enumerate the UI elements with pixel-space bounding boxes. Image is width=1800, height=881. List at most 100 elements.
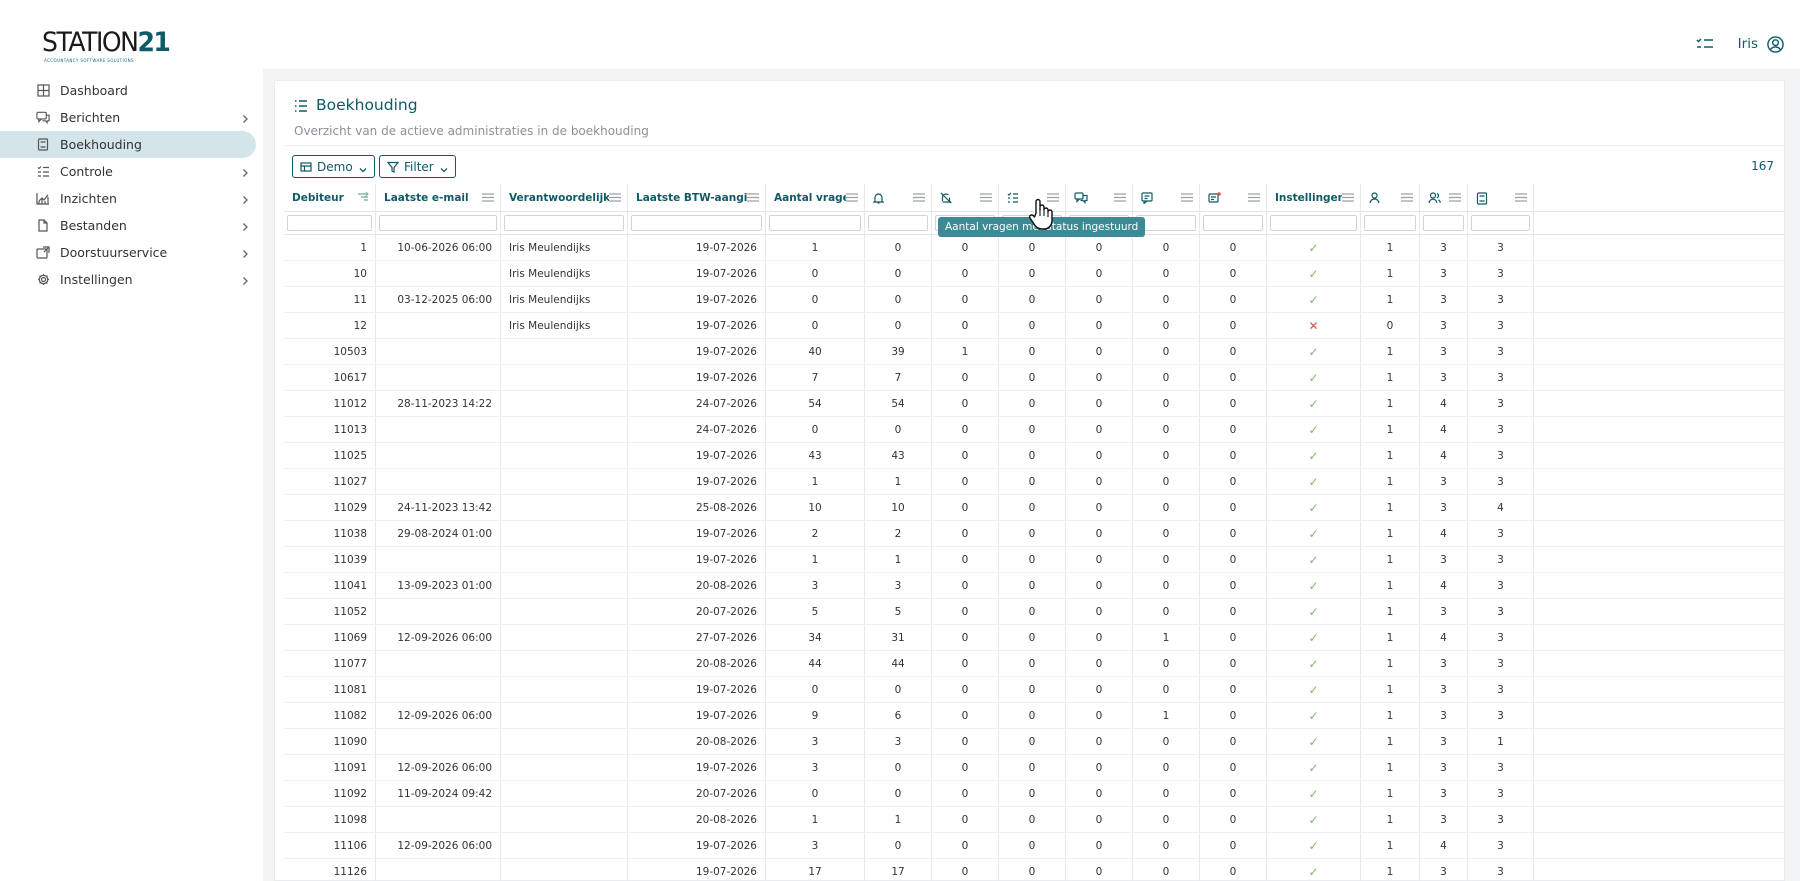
column-menu-icon[interactable] xyxy=(747,192,759,203)
cell-value: 0 xyxy=(894,319,902,332)
table-row[interactable]: 1 10-06-2026 06:00 Iris Meulendijks 19-07-2… xyxy=(284,235,1785,261)
column-header[interactable]: Laatste BTW-aangifte xyxy=(628,184,766,211)
column-filter-input[interactable] xyxy=(379,215,497,231)
table-row[interactable]: 11 03-12-2025 06:00 Iris Meulendijks 19-07-… xyxy=(284,287,1785,313)
table-row[interactable]: 11069 12-09-2026 06:00 27-07-2026 34 31 0 0 0 1 0… xyxy=(284,625,1785,651)
column-header[interactable]: Verantwoordelijke xyxy=(501,184,628,211)
cell-value: 0 xyxy=(1028,631,1036,644)
column-filter-input[interactable] xyxy=(1423,215,1464,231)
table-row[interactable]: 11052 20-07-2026 5 5 0 0 0 0 0 ✓ 1 3 3 xyxy=(284,599,1785,625)
sort-icon[interactable] xyxy=(357,191,369,204)
page-heading: Boekhouding xyxy=(294,96,418,114)
table-row[interactable]: 11091 12-09-2026 06:00 19-07-2026 3 0 0 0 0 0 0 ✓ 1… xyxy=(284,755,1785,781)
column-menu-icon[interactable] xyxy=(1401,192,1413,203)
column-header[interactable] xyxy=(1468,184,1534,211)
table-row[interactable]: 11098 20-08-2026 1 1 0 0 0 0 0 ✓ 1 3 3 xyxy=(284,807,1785,833)
cell-value: 0 xyxy=(1028,579,1036,592)
table-cell: 0 xyxy=(1066,547,1133,572)
user-circle-icon[interactable] xyxy=(1766,35,1784,53)
table-row[interactable]: 10617 19-07-2026 7 7 0 0 0 0 0 ✓ 1 3 3 xyxy=(284,365,1785,391)
table-row[interactable]: 11126 19-07-2026 17 17 0 0 0 0 0 ✓ 1 3 3 xyxy=(284,859,1785,881)
table-cell: 0 xyxy=(932,755,999,780)
column-header[interactable]: Instellingen xyxy=(1267,184,1361,211)
demo-view-button[interactable]: Demo xyxy=(292,155,375,178)
table-row[interactable]: 11013 24-07-2026 0 0 0 0 0 0 0 ✓ 1 4 3 xyxy=(284,417,1785,443)
chevron-right-icon xyxy=(240,193,250,204)
column-header[interactable]: Aantal vragen xyxy=(766,184,865,211)
column-filter-input[interactable] xyxy=(1203,215,1263,231)
column-menu-icon[interactable] xyxy=(1342,192,1354,203)
column-filter-input[interactable] xyxy=(1364,215,1416,231)
column-header[interactable] xyxy=(1133,184,1200,211)
cell-value: 31 xyxy=(891,631,905,644)
table-cell: 3 xyxy=(1468,443,1534,468)
table-row[interactable]: 11012 28-11-2023 14:22 24-07-2026 54 54 0 0 0 0 0… xyxy=(284,391,1785,417)
column-menu-icon[interactable] xyxy=(846,192,858,203)
column-filter-input[interactable] xyxy=(868,215,928,231)
table-row[interactable]: 10503 19-07-2026 40 39 1 0 0 0 0 ✓ 1 3 3 xyxy=(284,339,1785,365)
sidebar-item-dashboard[interactable]: Dashboard xyxy=(0,77,262,104)
table-row[interactable]: 11029 24-11-2023 13:42 25-08-2026 10 10 0 0 0 0 0… xyxy=(284,495,1785,521)
table-cell: 3 xyxy=(1420,781,1468,806)
filter-button[interactable]: Filter xyxy=(379,155,456,178)
cell-value: 0 xyxy=(1028,657,1036,670)
table-row[interactable]: 11106 12-09-2026 06:00 19-07-2026 3 0 0 0 0 0 0 ✓ 1… xyxy=(284,833,1785,859)
column-menu-icon[interactable] xyxy=(609,192,621,203)
column-filter-input[interactable] xyxy=(1270,215,1357,231)
column-filter-input[interactable] xyxy=(1471,215,1530,231)
column-header[interactable]: Laatste e-mail xyxy=(376,184,501,211)
column-header[interactable] xyxy=(1420,184,1468,211)
column-menu-icon[interactable] xyxy=(482,192,494,203)
cell-value: 19-07-2026 xyxy=(695,241,757,254)
column-header[interactable] xyxy=(1200,184,1267,211)
column-menu-icon[interactable] xyxy=(1181,192,1193,203)
column-menu-icon[interactable] xyxy=(913,192,925,203)
sidebar-item-inzichten[interactable]: Inzichten xyxy=(0,185,262,212)
column-menu-icon[interactable] xyxy=(1248,192,1260,203)
table-row[interactable]: 11027 19-07-2026 1 1 0 0 0 0 0 ✓ 1 3 3 xyxy=(284,469,1785,495)
cell-value: 4 xyxy=(1440,631,1447,644)
sidebar-item-boekhouding[interactable]: Boekhouding xyxy=(0,131,256,158)
table-row[interactable]: 11038 29-08-2024 01:00 19-07-2026 2 2 0 0 0 0 0 ✓ 1… xyxy=(284,521,1785,547)
cell-value: 1 xyxy=(1386,605,1394,618)
table-row[interactable]: 11077 20-08-2026 44 44 0 0 0 0 0 ✓ 1 3 3 xyxy=(284,651,1785,677)
column-header[interactable]: Debiteur xyxy=(284,184,376,211)
table-row[interactable]: 11039 19-07-2026 1 1 0 0 0 0 0 ✓ 1 3 3 xyxy=(284,547,1785,573)
table-row[interactable]: 11081 19-07-2026 0 0 0 0 0 0 0 ✓ 1 3 3 xyxy=(284,677,1785,703)
sidebar-item-controle[interactable]: Controle xyxy=(0,158,262,185)
column-filter-input[interactable] xyxy=(769,215,861,231)
column-header[interactable] xyxy=(1361,184,1420,211)
column-menu-icon[interactable] xyxy=(980,192,992,203)
user-name[interactable]: Iris xyxy=(1738,36,1758,52)
table-cell: 44 xyxy=(766,651,865,676)
table-row[interactable]: 10 Iris Meulendijks 19-07-2026 0 0 0 0 0 0 0 ✓ 1 3 3 xyxy=(284,261,1785,287)
column-header[interactable] xyxy=(932,184,999,211)
sidebar-item-bestanden[interactable]: Bestanden xyxy=(0,212,262,239)
cell-value: 1 xyxy=(1386,553,1394,566)
cell-value: 03-12-2025 06:00 xyxy=(397,293,492,306)
sidebar-item-doorstuurservice[interactable]: Doorstuurservice xyxy=(0,239,262,266)
column-filter-input[interactable] xyxy=(287,215,372,231)
table-cell xyxy=(501,495,628,520)
column-menu-icon[interactable] xyxy=(1114,192,1126,203)
column-header[interactable] xyxy=(865,184,932,211)
station21-logo[interactable]: STATION21 ACCOUNTANCY SOFTWARE SOLUTIONS xyxy=(42,28,171,64)
column-filter-input[interactable] xyxy=(631,215,762,231)
column-header[interactable] xyxy=(1066,184,1133,211)
table-cell: 0 xyxy=(1200,547,1267,572)
column-filter-input[interactable] xyxy=(504,215,624,231)
cell-value: 0 xyxy=(961,293,969,306)
column-menu-icon[interactable] xyxy=(1449,192,1461,203)
cell-value: 0 xyxy=(961,605,969,618)
cell-value: 1 xyxy=(1386,865,1394,878)
sidebar-item-berichten[interactable]: Berichten xyxy=(0,104,262,131)
table-row[interactable]: 11092 11-09-2024 09:42 20-07-2026 0 0 0 0 0 0 0 ✓ 1… xyxy=(284,781,1785,807)
table-row[interactable]: 12 Iris Meulendijks 19-07-2026 0 0 0 0 0 0 0 ✕ 0 3 3 xyxy=(284,313,1785,339)
sidebar-item-instellingen[interactable]: Instellingen xyxy=(0,266,262,293)
table-row[interactable]: 11082 12-09-2026 06:00 19-07-2026 9 6 0 0 0 1 0 ✓ 1… xyxy=(284,703,1785,729)
tasks-icon[interactable] xyxy=(1696,35,1714,53)
table-row[interactable]: 11041 13-09-2023 01:00 20-08-2026 3 3 0 0 0 0 0 ✓ 1… xyxy=(284,573,1785,599)
column-menu-icon[interactable] xyxy=(1515,192,1527,203)
table-row[interactable]: 11090 20-08-2026 3 3 0 0 0 0 0 ✓ 1 3 1 xyxy=(284,729,1785,755)
table-row[interactable]: 11025 19-07-2026 43 43 0 0 0 0 0 ✓ 1 4 3 xyxy=(284,443,1785,469)
